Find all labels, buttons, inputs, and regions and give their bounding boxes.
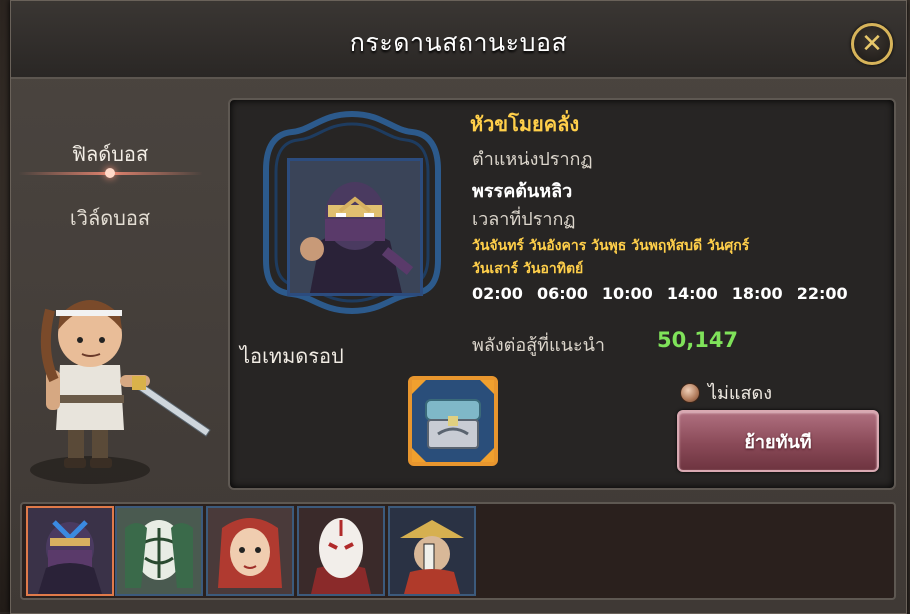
time-label: เวลาที่ปรากฏ [472, 209, 576, 230]
spawn-time: 14:00 [666, 284, 718, 303]
hide-toggle[interactable]: ไม่แสดง [680, 378, 772, 407]
spawn-time: 02:00 [472, 284, 523, 303]
boss-thumbnail-red-hair[interactable] [206, 506, 294, 596]
boss-name: หัวขโมยคลั่ง [470, 112, 580, 136]
move-now-label: ย้ายทันที [744, 431, 812, 453]
hide-label: ไม่แสดง [708, 383, 772, 404]
boss-location: พรรคต้นหลิว [472, 181, 573, 202]
recommended-power-label: พลังต่อสู้ที่แนะนำ [472, 335, 606, 356]
boss-thumbnail-green-mask[interactable] [115, 506, 203, 596]
window-title: กระดานสถานะบอส [349, 28, 568, 57]
spawn-days-line2: วันเสาร์ วันอาทิตย์ [472, 261, 584, 277]
chest-icon[interactable] [408, 376, 498, 466]
position-label: ตำแหน่งปรากฏ [472, 149, 593, 170]
move-now-button[interactable]: ย้ายทันที [677, 410, 879, 472]
tab-world-boss[interactable]: เวิล์ดบอส [25, 202, 195, 234]
close-button[interactable]: ✕ [851, 23, 893, 65]
tab-active-glow [105, 168, 115, 178]
recommended-power-value: 50,147 [657, 328, 739, 352]
item-drop-label: ไอเทมดรอป [240, 344, 344, 368]
spawn-time: 22:00 [796, 284, 848, 303]
boss-thumbnail-thief[interactable] [26, 506, 114, 596]
spawn-time: 10:00 [601, 284, 653, 303]
spawn-times: 02:00 06:00 10:00 14:00 18:00 22:00 [472, 284, 848, 303]
radio-button[interactable] [680, 382, 700, 403]
boss-portrait [287, 158, 423, 296]
hero-character [30, 300, 211, 484]
spawn-time: 06:00 [536, 284, 588, 303]
boss-thumbnail-white-mask[interactable] [297, 506, 385, 596]
tab-field-boss[interactable]: ฟิลด์บอส [25, 138, 195, 170]
close-icon: ✕ [861, 29, 883, 59]
spawn-days-line1: วันจันทร์ วันอังคาร วันพุธ วันพฤหัสบดี ว… [472, 238, 750, 254]
title-bar: กระดานสถานะบอส ✕ [11, 1, 906, 79]
spawn-time: 18:00 [731, 284, 783, 303]
boss-thumbnail-straw-hat[interactable] [388, 506, 476, 596]
